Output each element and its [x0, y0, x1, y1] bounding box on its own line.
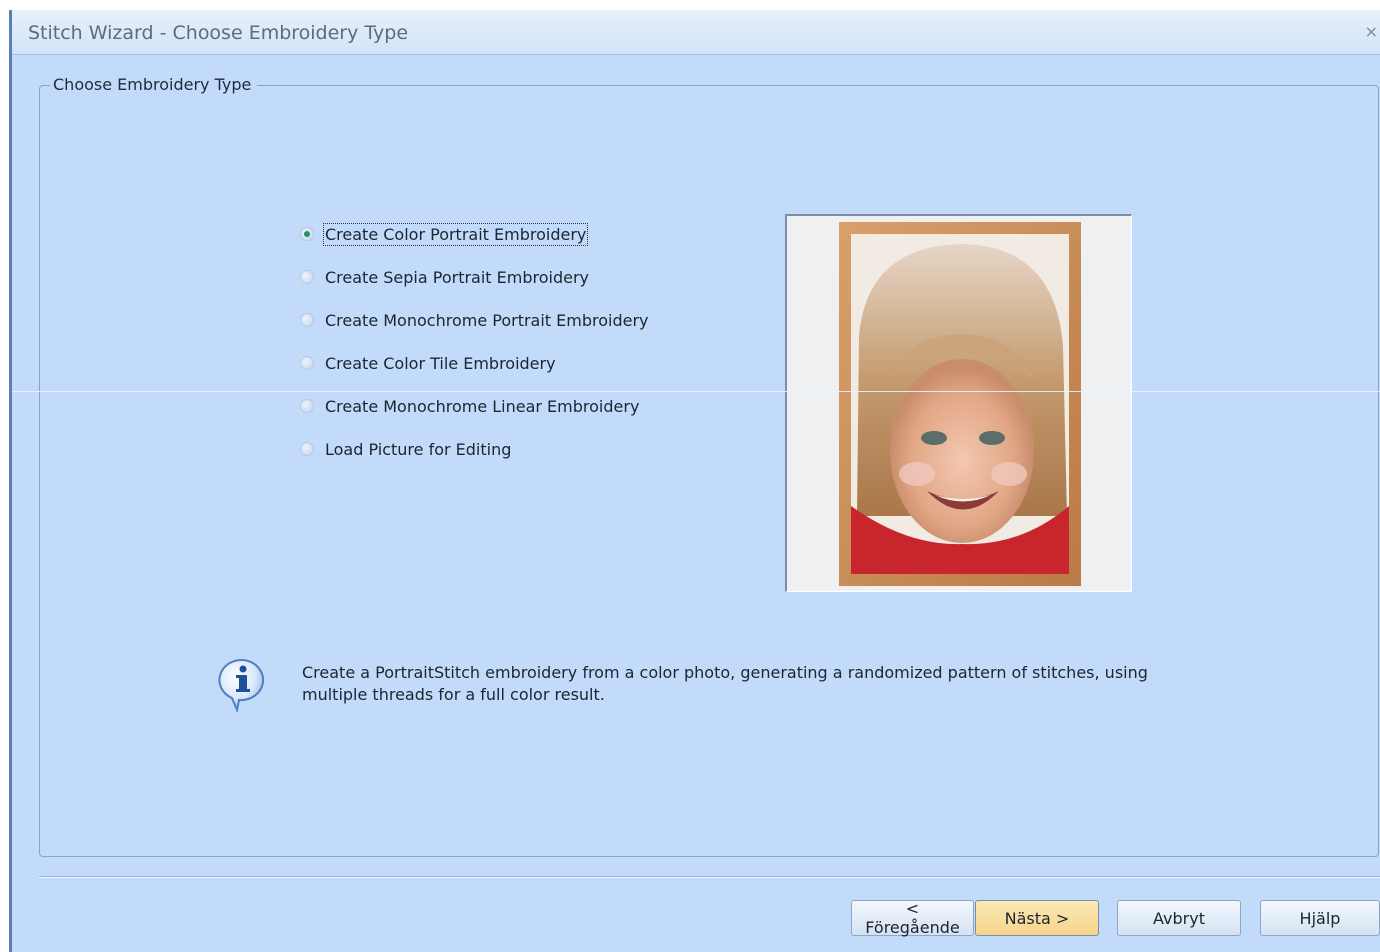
- option-monochrome-portrait[interactable]: Create Monochrome Portrait Embroidery: [300, 308, 650, 332]
- option-label: Load Picture for Editing: [325, 439, 512, 459]
- next-button[interactable]: Nästa >: [975, 900, 1099, 936]
- window-border: [9, 10, 12, 952]
- embroidery-type-group: [39, 85, 1379, 857]
- group-legend: Choose Embroidery Type: [50, 75, 258, 94]
- help-button[interactable]: Hjälp: [1260, 900, 1380, 936]
- title-bar[interactable]: Stitch Wizard - Choose Embroidery Type ×: [12, 10, 1380, 55]
- info-icon: [217, 656, 269, 716]
- radio-button[interactable]: [300, 399, 314, 413]
- portrait-embroidery-picture: [787, 216, 1130, 590]
- cancel-button[interactable]: Avbryt: [1117, 900, 1241, 936]
- close-icon[interactable]: ×: [1365, 22, 1378, 41]
- stitch-wizard-window: Stitch Wizard - Choose Embroidery Type ×…: [0, 0, 1380, 952]
- option-label: Create Monochrome Linear Embroidery: [325, 396, 640, 416]
- radio-button[interactable]: [300, 442, 314, 456]
- radio-button-checked[interactable]: [300, 227, 314, 241]
- window-left-edge: [0, 0, 9, 952]
- footer-separator: [39, 876, 1380, 878]
- option-label: Create Sepia Portrait Embroidery: [325, 267, 590, 287]
- option-sepia-portrait[interactable]: Create Sepia Portrait Embroidery: [300, 265, 590, 289]
- window-top-edge: [9, 0, 1380, 10]
- radio-button[interactable]: [300, 356, 314, 370]
- embroidery-preview-image: [785, 214, 1132, 592]
- back-button[interactable]: < Föregående: [851, 899, 974, 937]
- window-title: Stitch Wizard - Choose Embroidery Type: [28, 22, 409, 44]
- option-description: Create a PortraitStitch embroidery from …: [302, 663, 1148, 704]
- option-label: Create Color Portrait Embroidery: [322, 222, 589, 246]
- divider: [12, 391, 1380, 392]
- option-monochrome-linear[interactable]: Create Monochrome Linear Embroidery: [300, 394, 640, 418]
- radio-button[interactable]: [300, 313, 314, 327]
- option-color-tile[interactable]: Create Color Tile Embroidery: [300, 351, 557, 375]
- option-color-portrait[interactable]: Create Color Portrait Embroidery: [300, 222, 589, 246]
- option-load-picture[interactable]: Load Picture for Editing: [300, 437, 512, 461]
- option-label: Create Monochrome Portrait Embroidery: [325, 310, 649, 330]
- radio-button[interactable]: [300, 270, 314, 284]
- option-label: Create Color Tile Embroidery: [325, 353, 556, 373]
